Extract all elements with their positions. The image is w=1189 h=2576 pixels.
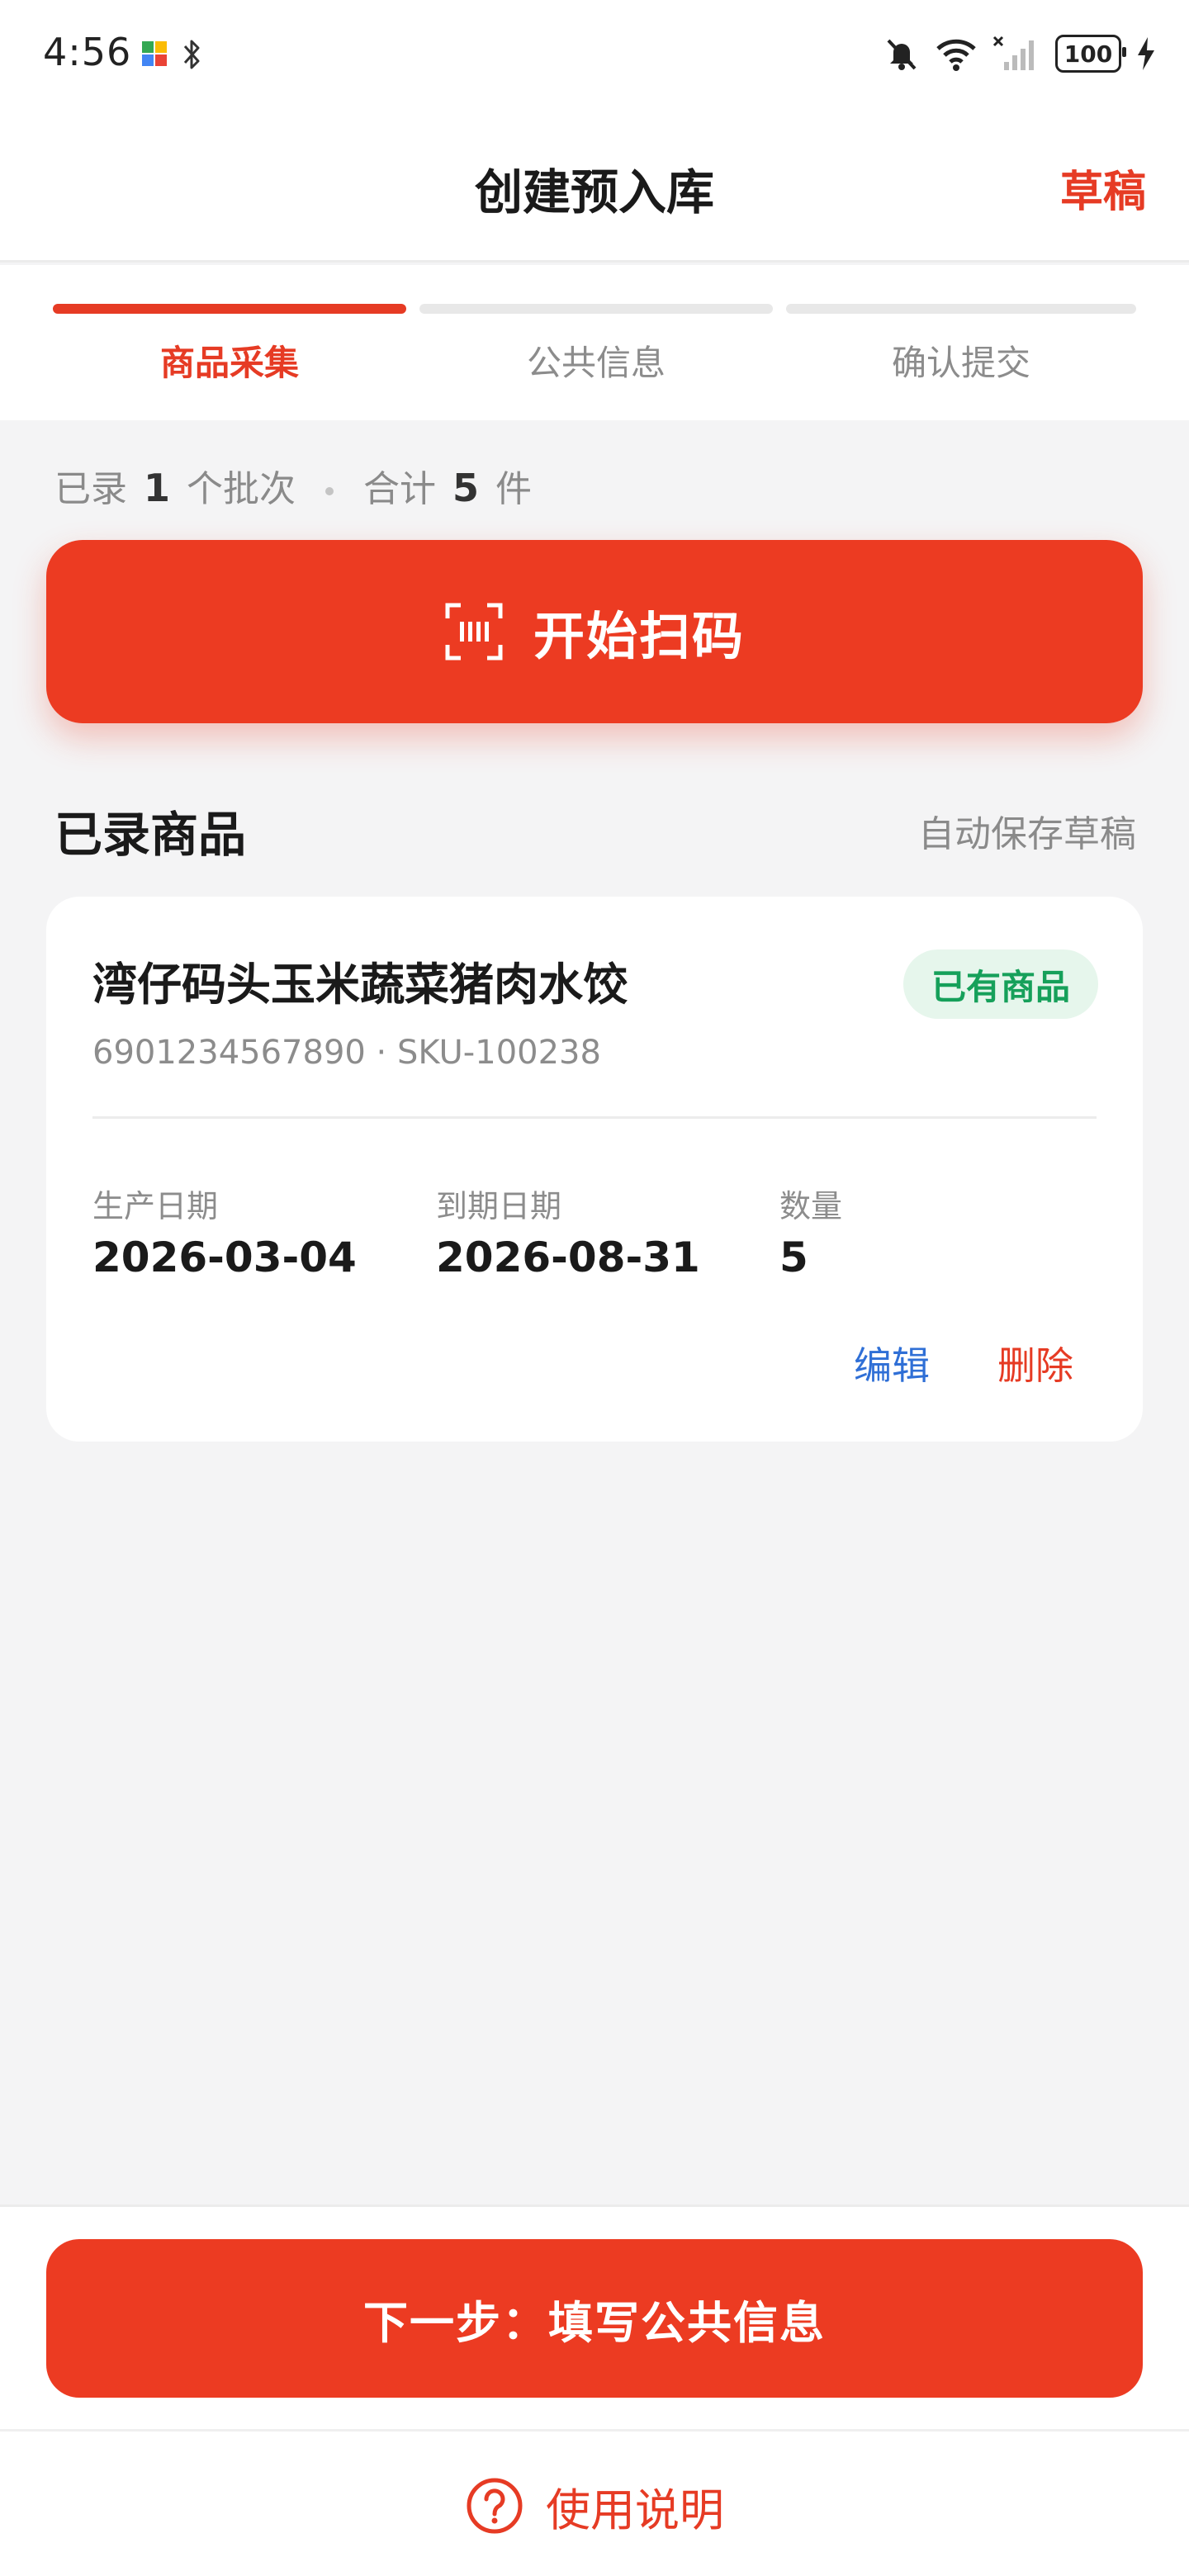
edit-button[interactable]: 编辑: [854, 1336, 930, 1390]
question-circle-icon: [467, 2478, 523, 2534]
step-1-progress-bar: [53, 304, 406, 314]
start-scan-button[interactable]: 开始扫码: [46, 540, 1143, 723]
draft-button[interactable]: 草稿: [1060, 157, 1146, 219]
autosave-note: 自动保存草稿: [918, 813, 1136, 855]
bluetooth-icon: [183, 40, 200, 69]
quantity-label: 数量: [779, 1188, 843, 1224]
bottom-divider: [0, 2429, 1189, 2432]
total-count: 5: [452, 466, 480, 510]
status-icons: 100: [883, 33, 1156, 74]
help-button[interactable]: 使用说明: [0, 2469, 1189, 2543]
battery-icon: 100: [1055, 35, 1126, 73]
batch-summary: 已录 1 个批次 合计 5 件: [54, 459, 532, 512]
status-badge: 已有商品: [902, 949, 1098, 1019]
expiry-date-value: 2026-08-31: [436, 1234, 700, 1281]
section-title: 已录商品: [54, 807, 247, 863]
expiry-date-label: 到期日期: [436, 1188, 562, 1224]
total-label: 合计: [363, 468, 437, 510]
quantity-value: 5: [779, 1234, 808, 1281]
card-divider: [92, 1116, 1097, 1119]
delete-button[interactable]: 删除: [997, 1336, 1073, 1390]
status-time: 4:56: [43, 30, 132, 74]
batch-count: 1: [144, 466, 171, 510]
page-title: 创建预入库: [474, 164, 714, 220]
signal-icon: [992, 36, 1034, 70]
next-step-button[interactable]: 下一步：填写公共信息: [46, 2239, 1143, 2398]
mute-bell-icon: [887, 39, 917, 70]
charging-icon: [1138, 37, 1154, 70]
product-name: 湾仔码头玉米蔬菜猪肉水饺: [92, 959, 628, 1011]
step-1-label[interactable]: 商品采集: [53, 335, 406, 386]
production-date-label: 生产日期: [92, 1188, 219, 1224]
wifi-icon: [936, 39, 976, 71]
help-label: 使用说明: [546, 2484, 724, 2536]
step-2-label[interactable]: 公共信息: [419, 335, 773, 386]
summary-prefix: 已录: [54, 468, 127, 510]
separator-dot: [325, 487, 334, 495]
step-3-progress-bar: [786, 304, 1136, 314]
batch-unit: 个批次: [187, 468, 296, 510]
total-unit: 件: [495, 468, 533, 510]
step-2-progress-bar: [419, 304, 773, 314]
step-3-label[interactable]: 确认提交: [786, 335, 1136, 386]
production-date-value: 2026-03-04: [92, 1234, 357, 1281]
product-codes: 6901234567890 · SKU-100238: [92, 1034, 601, 1072]
barcode-scan-icon: [445, 603, 503, 661]
start-scan-label: 开始扫码: [533, 606, 745, 666]
app-icon: [142, 41, 167, 66]
